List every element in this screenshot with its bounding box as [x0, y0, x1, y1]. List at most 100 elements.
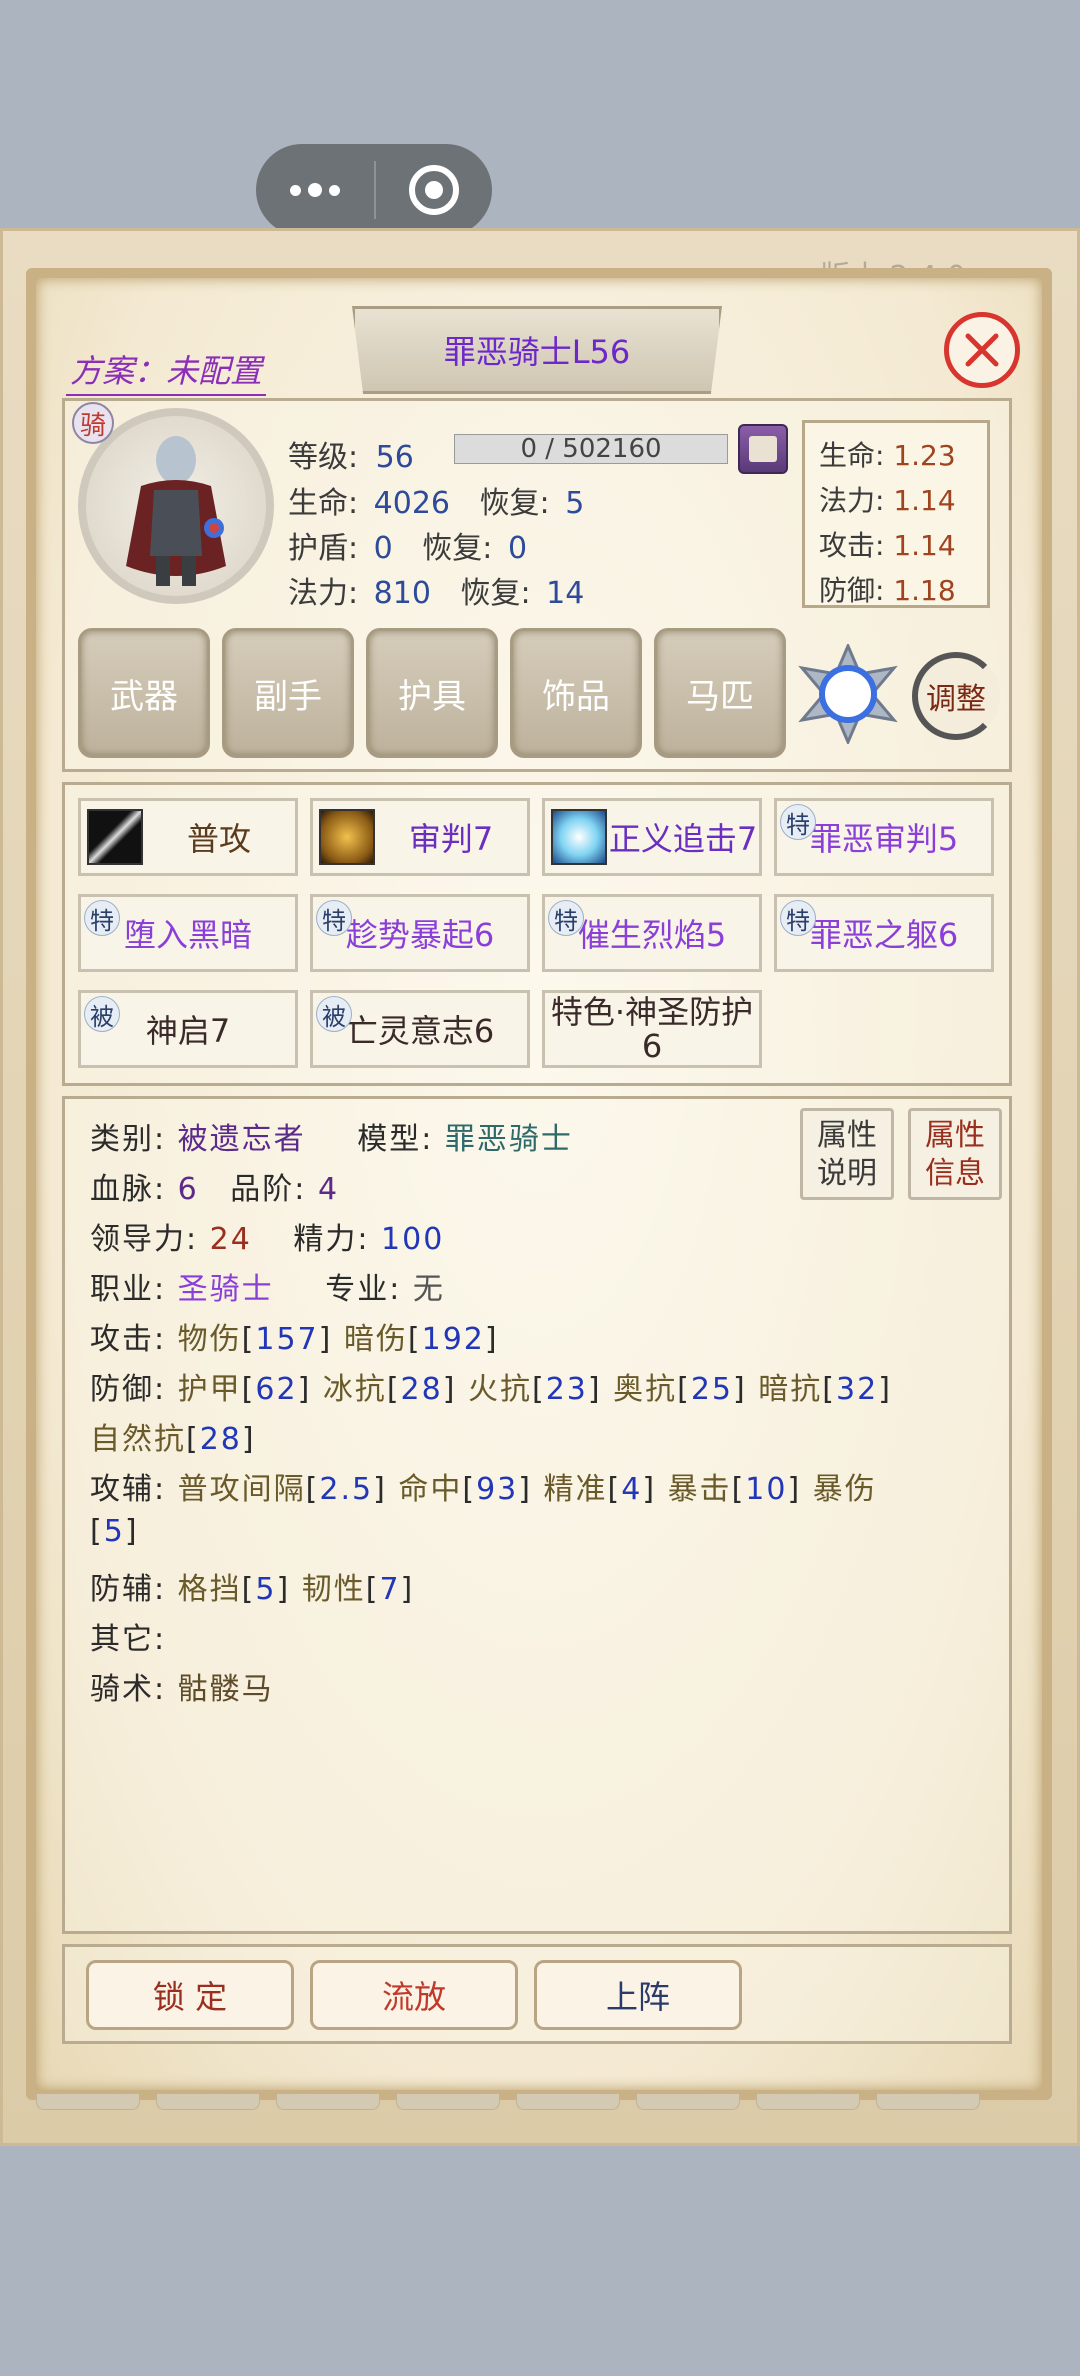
page-title: 罪恶骑士L56: [443, 333, 631, 371]
growth-row: 生命: 1.23: [819, 433, 973, 478]
defense-label: 防御:: [90, 1372, 167, 1407]
equip-slot-weapon[interactable]: 武器: [78, 628, 210, 758]
skill-slot[interactable]: 特 催生烈焰5: [542, 894, 762, 972]
grade-label: 品阶:: [230, 1172, 307, 1207]
plan-link[interactable]: 方案：未配置: [66, 346, 267, 396]
tab-hint: [756, 2094, 860, 2110]
stat-value: 62: [255, 1372, 298, 1407]
star-emblem-icon[interactable]: [798, 644, 898, 744]
growth-panel: 生命: 1.23 法力: 1.14 攻击: 1.14 防御: 1.18: [802, 420, 990, 608]
knight-portrait-icon: [126, 436, 226, 586]
hp-value: 4026: [373, 486, 451, 521]
skill-slot[interactable]: 审判7: [310, 798, 530, 876]
stat-value: 5: [103, 1514, 125, 1549]
stat-label: 格挡: [177, 1572, 242, 1607]
stat-label: 暗抗: [758, 1372, 823, 1407]
info-row-atk-aux: 攻辅: 普攻间隔[2.5] 命中[93] 精准[4] 暴击[10] 暴伤: [90, 1472, 877, 1507]
judgement-icon: [319, 809, 375, 865]
tab-hint: [276, 2094, 380, 2110]
shield-value: 0: [373, 531, 393, 566]
job-label: 职业:: [90, 1272, 167, 1307]
spec-label: 专业:: [325, 1272, 402, 1307]
tab-hint: [516, 2094, 620, 2110]
info-row-atk-aux-cont: [5]: [90, 1514, 139, 1549]
justice-icon: [551, 809, 607, 865]
stat-label: 冰抗: [322, 1372, 387, 1407]
close-miniprogram-button[interactable]: [376, 165, 492, 215]
shield-row: 护盾: 0 恢复: 0: [288, 523, 527, 567]
growth-value: 1.14: [893, 484, 956, 517]
stat-value: 25: [690, 1372, 734, 1407]
passive-tag: 被: [84, 996, 120, 1032]
shield-label: 护盾:: [288, 531, 359, 566]
more-menu-button[interactable]: [256, 183, 374, 197]
equip-slot-accessory[interactable]: 饰品: [510, 628, 642, 758]
skill-slot[interactable]: 特 堕入黑暗: [78, 894, 298, 972]
model-label: 模型:: [357, 1122, 434, 1157]
info-row-other: 其它:: [90, 1614, 166, 1658]
button-label: 说明: [817, 1156, 877, 1191]
skill-label: 审判7: [408, 820, 494, 858]
info-row-category: 类别: 被遗忘者 模型: 罪恶骑士: [90, 1114, 573, 1158]
deploy-button[interactable]: 上阵: [534, 1960, 742, 2030]
stat-label: 暗伤: [343, 1322, 408, 1357]
exile-button[interactable]: 流放: [310, 1960, 518, 2030]
skill-slot[interactable]: 被 亡灵意志6: [310, 990, 530, 1068]
grade-value: 4: [317, 1172, 340, 1207]
miniprogram-capsule: [256, 144, 492, 236]
skill-label: 普攻: [186, 820, 251, 858]
special-tag: 特: [548, 900, 584, 936]
skill-slot[interactable]: 特色·神圣防护 6: [542, 990, 762, 1068]
sword-icon: [87, 809, 143, 865]
model-value: 罪恶骑士: [444, 1122, 573, 1157]
hp-row: 生命: 4026 恢复: 5: [288, 478, 584, 522]
equip-slot-armor[interactable]: 护具: [366, 628, 498, 758]
growth-row: 法力: 1.14: [819, 478, 973, 523]
hp-regen-value: 5: [565, 486, 585, 521]
lock-button[interactable]: 锁 定: [86, 1960, 294, 2030]
dot-icon: [308, 183, 322, 197]
growth-value: 1.18: [893, 574, 956, 607]
other-label: 其它:: [90, 1622, 167, 1657]
special-tag: 特: [780, 900, 816, 936]
skill-slot[interactable]: 普攻: [78, 798, 298, 876]
stat-label: 护甲: [177, 1372, 242, 1407]
stat-value: 28: [400, 1372, 443, 1407]
info-row-defense: 防御: 护甲[62] 冰抗[28] 火抗[23] 奥抗[25] 暗抗[32]: [90, 1372, 892, 1407]
equip-slot-mount[interactable]: 马匹: [654, 628, 786, 758]
close-button[interactable]: [944, 312, 1020, 388]
stat-label: 物伤: [177, 1322, 242, 1357]
info-row-blood: 血脉: 6 品阶: 4: [90, 1164, 339, 1208]
stat-value: 5: [255, 1572, 277, 1607]
leadership-label: 领导力:: [90, 1222, 199, 1257]
attribute-explain-button[interactable]: 属性 说明: [800, 1108, 894, 1200]
skill-slot[interactable]: 特 罪恶审判5: [774, 798, 994, 876]
riding-label: 骑术:: [90, 1672, 167, 1707]
adjust-button[interactable]: 调整: [912, 652, 1000, 740]
info-row-leadership: 领导力: 24 精力: 100: [90, 1214, 444, 1258]
skill-slot[interactable]: 被 神启7: [78, 990, 298, 1068]
def-aux-label: 防辅:: [90, 1572, 167, 1607]
stat-value: 192: [421, 1322, 485, 1357]
equip-slot-offhand[interactable]: 副手: [222, 628, 354, 758]
mp-regen-value: 14: [546, 576, 585, 611]
info-row-defense-cont: 自然抗[28]: [90, 1422, 256, 1457]
skill-level: 6: [641, 1027, 663, 1065]
skill-book-button[interactable]: [738, 424, 788, 474]
growth-label: 防御:: [819, 574, 885, 607]
skill-slot[interactable]: 正义追击7: [542, 798, 762, 876]
stat-label: 火抗: [467, 1372, 532, 1407]
skill-slot[interactable]: 特 罪恶之躯6: [774, 894, 994, 972]
tab-hint: [36, 2094, 140, 2110]
attack-label: 攻击:: [90, 1322, 167, 1357]
skill-slot[interactable]: 特 趁势暴起6: [310, 894, 530, 972]
special-tag: 特: [84, 900, 120, 936]
mp-row: 法力: 810 恢复: 14: [288, 568, 584, 612]
stat-label: 暴击: [667, 1472, 732, 1507]
button-label: 信息: [925, 1156, 985, 1191]
stat-label: 自然抗: [90, 1422, 186, 1457]
attribute-info-button[interactable]: 属性 信息: [908, 1108, 1002, 1200]
skill-label: 特色·神圣防护: [550, 993, 754, 1031]
shield-regen-label: 恢复:: [422, 531, 493, 566]
job-value: 圣骑士: [177, 1272, 274, 1307]
